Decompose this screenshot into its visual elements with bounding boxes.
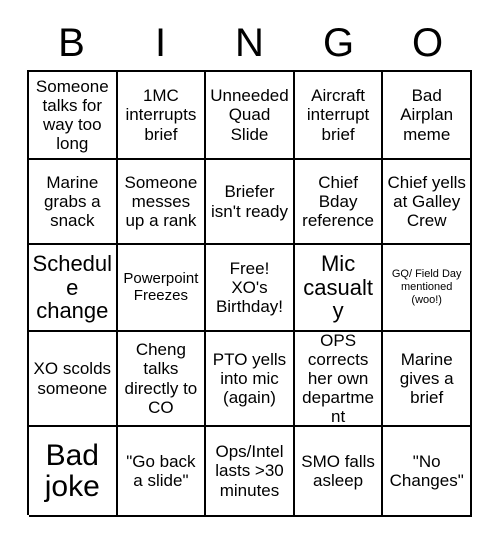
bingo-cell-label: OPS corrects her own department xyxy=(302,332,374,427)
bingo-cell-label: Marine grabs a snack xyxy=(43,172,101,231)
bingo-cell-g2[interactable]: Chief Bday reference xyxy=(294,160,384,245)
bingo-cell-label: "No Changes" xyxy=(389,451,464,490)
bingo-cell-o3[interactable]: GQ/ Field Day mentioned (woo!) xyxy=(383,245,472,332)
bingo-cell-label: Powerpoint Freezes xyxy=(123,269,199,304)
bingo-cell-label: Bad joke xyxy=(44,438,100,503)
bingo-cell-label: SMO falls asleep xyxy=(301,451,375,490)
bingo-cell-label: PTO yells into mic (again) xyxy=(212,349,287,408)
header-letter-o: O xyxy=(411,21,444,65)
bingo-cell-i1[interactable]: 1MC interrupts brief xyxy=(117,72,207,160)
bingo-cell-label: 1MC interrupts brief xyxy=(125,86,197,144)
bingo-header: B I N G O xyxy=(27,18,472,68)
bingo-cell-b2[interactable]: Marine grabs a snack xyxy=(29,160,118,245)
header-letter-n: N xyxy=(235,21,264,65)
bingo-cell-label: "Go back a slide" xyxy=(126,451,196,490)
bingo-cell-i4[interactable]: Cheng talks directly to CO xyxy=(117,332,207,427)
bingo-cell-i3[interactable]: Powerpoint Freezes xyxy=(117,245,207,332)
bingo-cell-i2[interactable]: Someone messes up a rank xyxy=(117,160,207,245)
bingo-cell-g3[interactable]: Mic casualty xyxy=(294,245,384,332)
bingo-cell-o5[interactable]: "No Changes" xyxy=(383,427,472,517)
bingo-cell-label: Someone messes up a rank xyxy=(124,172,198,231)
bingo-cell-n1[interactable]: Unneeded Quad Slide xyxy=(206,72,295,160)
header-letter-i: I xyxy=(154,21,167,65)
bingo-cell-label: GQ/ Field Day mentioned (woo!) xyxy=(391,268,462,306)
bingo-cell-label: Mic casualty xyxy=(303,250,373,324)
bingo-cell-label: Bad Airplan meme xyxy=(400,86,454,144)
bingo-cell-b5[interactable]: Bad joke xyxy=(29,427,118,517)
bingo-grid: Someone talks for way too long 1MC inter… xyxy=(27,70,472,517)
bingo-cell-label: Schedule change xyxy=(32,250,113,324)
bingo-cell-g1[interactable]: Aircraft interrupt brief xyxy=(294,72,384,160)
bingo-cell-label: Marine gives a brief xyxy=(399,349,454,408)
bingo-cell-label: Someone talks for way too long xyxy=(35,76,109,154)
bingo-cell-g5[interactable]: SMO falls asleep xyxy=(294,427,384,517)
bingo-cell-label: Chief yells at Galley Crew xyxy=(387,172,466,231)
bingo-cell-label: Briefer isn't ready xyxy=(211,182,288,221)
bingo-cell-g4[interactable]: OPS corrects her own department xyxy=(294,332,384,427)
header-letter-g: G xyxy=(322,21,355,65)
bingo-cell-i5[interactable]: "Go back a slide" xyxy=(117,427,207,517)
bingo-card: B I N G O Someone talks for way too long… xyxy=(0,0,500,544)
bingo-cell-label: XO scolds someone xyxy=(33,359,112,398)
bingo-cell-label: Cheng talks directly to CO xyxy=(124,340,198,417)
bingo-cell-b3[interactable]: Schedule change xyxy=(29,245,118,332)
bingo-cell-label: Chief Bday reference xyxy=(302,172,374,231)
bingo-cell-label: Free! XO's Birthday! xyxy=(215,258,284,317)
bingo-cell-b4[interactable]: XO scolds someone xyxy=(29,332,118,427)
bingo-cell-label: Ops/Intel lasts >30 minutes xyxy=(215,442,284,500)
bingo-cell-o2[interactable]: Chief yells at Galley Crew xyxy=(383,160,472,245)
bingo-cell-o1[interactable]: Bad Airplan meme xyxy=(383,72,472,160)
bingo-cell-n5[interactable]: Ops/Intel lasts >30 minutes xyxy=(206,427,295,517)
bingo-cell-label: Aircraft interrupt brief xyxy=(306,86,370,144)
bingo-cell-b1[interactable]: Someone talks for way too long xyxy=(29,72,118,160)
header-letter-b: B xyxy=(58,21,85,65)
bingo-cell-o4[interactable]: Marine gives a brief xyxy=(383,332,472,427)
bingo-cell-free-space[interactable]: Free! XO's Birthday! xyxy=(206,245,295,332)
bingo-cell-label: Unneeded Quad Slide xyxy=(210,86,289,144)
bingo-cell-n4[interactable]: PTO yells into mic (again) xyxy=(206,332,295,427)
bingo-cell-n2[interactable]: Briefer isn't ready xyxy=(206,160,295,245)
